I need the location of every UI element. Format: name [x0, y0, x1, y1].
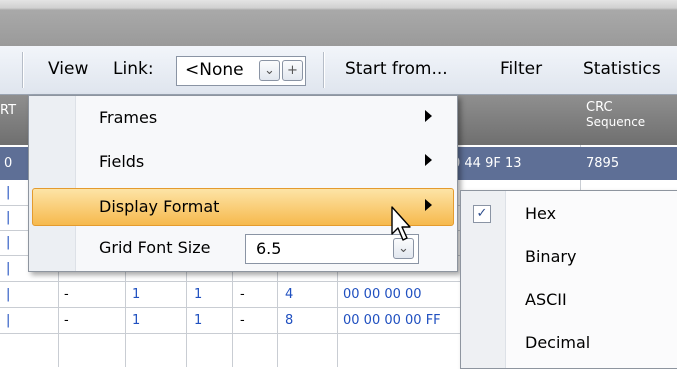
mouse-pointer-icon	[391, 206, 411, 241]
toolbar-separator	[22, 52, 24, 88]
filter-button[interactable]: Filter	[500, 59, 542, 79]
row-lead-mark: |	[6, 313, 11, 328]
cell: 1	[132, 313, 141, 328]
grid-font-size-value: 6.5	[256, 239, 282, 258]
submenu-item-decimal[interactable]: Decimal	[461, 322, 677, 362]
menu-item-fields[interactable]: Fields	[33, 144, 453, 180]
row-lead-mark: |	[6, 210, 11, 225]
menu-item-label: Display Format	[99, 197, 220, 216]
cell: 4	[285, 287, 294, 302]
start-from-button[interactable]: Start from...	[345, 59, 448, 79]
column-header-crc[interactable]: CRC Sequence	[586, 101, 645, 130]
row-lead-mark: |	[6, 287, 11, 302]
row-lead-mark: |	[6, 261, 11, 276]
link-dropdown-button[interactable]: ⌄	[259, 60, 280, 81]
submenu-arrow-icon	[425, 199, 432, 211]
submenu-item-binary[interactable]: Binary	[461, 236, 677, 276]
cell: -	[64, 287, 69, 302]
submenu-arrow-icon	[425, 154, 432, 166]
submenu-arrow-icon	[425, 110, 432, 122]
cell: -	[240, 313, 245, 328]
statistics-button[interactable]: Statistics	[583, 59, 661, 79]
submenu-item-label: ASCII	[525, 290, 567, 309]
check-icon: ✓	[473, 205, 491, 223]
display-format-submenu: ✓ Hex Binary ASCII Decimal	[460, 190, 677, 369]
cell-crc: 7895	[586, 156, 620, 171]
cell-data: 0 44 9F 13	[452, 156, 522, 171]
submenu-item-label: Hex	[525, 204, 557, 223]
cell: 1	[194, 313, 203, 328]
link-value: <None	[185, 60, 244, 80]
cell: 1	[194, 287, 203, 302]
window-title-bar	[0, 0, 677, 46]
column-header-fragment: RT	[0, 103, 17, 118]
cell: -	[64, 313, 69, 328]
row-lead-mark: |	[6, 235, 11, 250]
link-add-button[interactable]: +	[282, 60, 303, 81]
crc-header-sublabel: Sequence	[586, 115, 646, 129]
link-label: Link:	[113, 59, 154, 79]
view-menu-button[interactable]: View	[48, 59, 88, 79]
menu-item-frames[interactable]: Frames	[33, 100, 453, 136]
link-combobox[interactable]: <None ⌄ +	[176, 56, 306, 86]
row-lead-mark: |	[6, 185, 11, 200]
submenu-item-ascii[interactable]: ASCII	[461, 279, 677, 319]
toolbar: View Link: <None ⌄ + Start from... Filte…	[0, 46, 677, 95]
crc-header-label: CRC	[586, 100, 613, 115]
submenu-item-hex[interactable]: ✓ Hex	[461, 193, 677, 233]
cell: 0	[4, 156, 13, 171]
cell: -	[240, 287, 245, 302]
menu-item-label: Grid Font Size	[99, 238, 211, 257]
cell-data: 00 00 00 00 FF	[343, 313, 441, 328]
cell: 8	[285, 313, 294, 328]
cell: 1	[132, 287, 141, 302]
cell-data: 00 00 00 00	[343, 287, 422, 302]
menu-item-label: Frames	[99, 108, 158, 127]
submenu-item-label: Decimal	[525, 333, 591, 352]
toolbar-separator	[323, 52, 325, 88]
submenu-item-label: Binary	[525, 247, 577, 266]
menu-item-label: Fields	[99, 152, 145, 171]
